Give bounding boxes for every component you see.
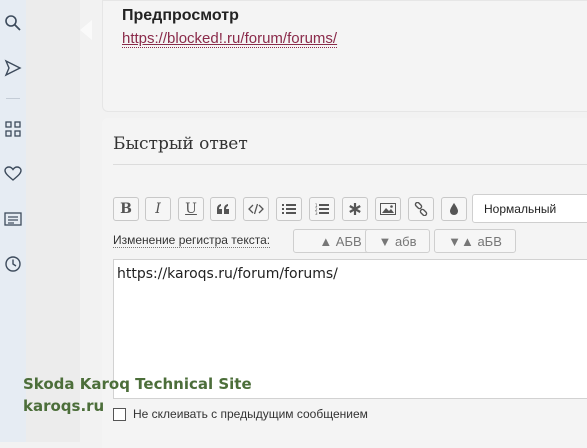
bullet-list-button[interactable] (276, 197, 302, 221)
svg-text:3: 3 (315, 211, 318, 215)
preview-panel: Предпросмотр https://blocked!.ru/forum/f… (102, 0, 587, 112)
send-icon[interactable] (3, 58, 23, 78)
case-change-label: Изменение регистра текста: (113, 233, 271, 248)
quote-button[interactable] (210, 197, 236, 221)
insert-link-button[interactable] (408, 197, 434, 221)
search-icon[interactable] (3, 13, 23, 33)
insert-image-button[interactable] (375, 197, 401, 221)
quick-reply-title: Быстрый ответ (113, 134, 248, 154)
numbered-list-icon: 123 (315, 203, 329, 215)
divider (113, 164, 587, 165)
italic-button[interactable]: I (145, 197, 171, 221)
numbered-list-button[interactable]: 123 (309, 197, 335, 221)
lowercase-button[interactable]: ▼ абв (365, 229, 430, 253)
watermark-title: Skoda Karoq Technical Site (23, 375, 252, 393)
underline-button[interactable]: U (178, 197, 204, 221)
image-icon (380, 203, 396, 215)
rail-divider (6, 98, 20, 99)
invert-case-button[interactable]: ▼▲ аБВ (434, 229, 516, 253)
code-button[interactable] (243, 197, 269, 221)
site-watermark: Skoda Karoq Technical Site karoqs.ru (23, 373, 252, 417)
code-icon (248, 203, 264, 215)
quote-icon (217, 204, 229, 214)
link-icon (414, 202, 428, 216)
format-select[interactable]: Нормальный (472, 194, 587, 223)
newspaper-icon[interactable] (3, 209, 23, 229)
text-color-button[interactable] (441, 197, 467, 221)
bullet-list-icon (282, 204, 296, 214)
bold-button[interactable]: B (113, 197, 139, 221)
preview-link[interactable]: https://blocked!.ru/forum/forums/ (122, 30, 338, 48)
heart-icon[interactable] (3, 164, 23, 184)
asterisk-icon (349, 203, 361, 215)
message-pointer (80, 20, 92, 40)
preview-title: Предпросмотр (122, 7, 239, 24)
underline-label: U (185, 201, 197, 217)
special-button[interactable] (342, 197, 368, 221)
watermark-domain: karoqs.ru (23, 397, 105, 415)
bold-label: B (120, 201, 132, 217)
clock-icon[interactable] (3, 254, 23, 274)
italic-label: I (155, 201, 161, 217)
grid-icon[interactable] (3, 119, 23, 139)
droplet-icon (450, 203, 458, 215)
